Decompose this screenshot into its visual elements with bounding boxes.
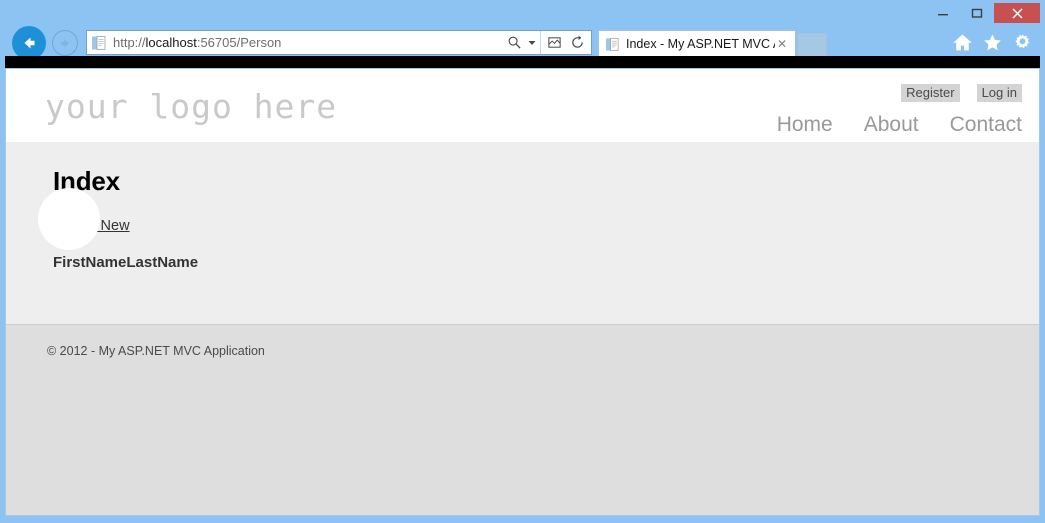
favorites-star-icon[interactable] [982, 32, 1003, 53]
magnifier-icon[interactable] [504, 31, 524, 54]
toolbar-divider [540, 31, 541, 54]
url-scheme: http:// [113, 35, 146, 50]
maximize-button[interactable] [960, 3, 994, 23]
settings-gear-icon[interactable] [1012, 32, 1033, 53]
close-icon[interactable]: ✕ [775, 37, 789, 51]
auth-links: Register Log in [901, 84, 1022, 102]
address-bar-tools [504, 31, 591, 54]
browser-window: http://localhost:56705/Person Index - My… [0, 0, 1045, 523]
page-icon [91, 35, 107, 51]
footer-copyright: © 2012 - My ASP.NET MVC Application [47, 344, 265, 358]
chevron-down-icon[interactable] [527, 31, 537, 54]
back-button[interactable] [12, 26, 46, 60]
url-host: localhost [145, 35, 197, 50]
address-url-text[interactable]: http://localhost:56705/Person [113, 35, 504, 50]
page-icon [605, 37, 620, 52]
site-footer: © 2012 - My ASP.NET MVC Application [5, 324, 1040, 516]
browser-toolbar-icons [952, 30, 1033, 54]
site-header: your logo here Register Log in Home Abou… [5, 68, 1040, 142]
content-inner: Index Create New FirstName LastName [5, 142, 1040, 271]
window-controls [926, 3, 1040, 25]
home-icon[interactable] [952, 32, 973, 53]
tab-strip: Index - My ASP.NET MVC A... ✕ [598, 30, 827, 57]
page-title: Index [53, 166, 120, 196]
column-header-firstname: FirstName [53, 254, 127, 271]
register-link[interactable]: Register [901, 84, 960, 102]
new-tab-button[interactable] [797, 33, 827, 57]
column-header-lastname: LastName [126, 254, 199, 271]
decorative-circle [38, 188, 100, 250]
login-link[interactable]: Log in [976, 84, 1022, 102]
back-arrow-icon [24, 37, 35, 49]
nav-link-about[interactable]: About [864, 113, 919, 137]
forward-arrow-icon [60, 38, 69, 48]
main-content: Index Create New FirstName LastName [5, 142, 1040, 324]
person-table: FirstName LastName [53, 254, 198, 271]
close-button[interactable] [994, 3, 1040, 23]
black-separator-bar [5, 56, 1040, 68]
nav-link-contact[interactable]: Contact [950, 113, 1022, 137]
site-nav: Home About Contact [777, 113, 1022, 137]
address-bar[interactable]: http://localhost:56705/Person [86, 30, 592, 55]
table-header-row: FirstName LastName [53, 254, 198, 271]
forward-button[interactable] [52, 30, 78, 56]
site-logo[interactable]: your logo here [45, 87, 337, 126]
nav-link-home[interactable]: Home [777, 113, 833, 137]
minimize-button[interactable] [926, 3, 960, 23]
tab-title: Index - My ASP.NET MVC A... [626, 37, 775, 51]
compatibility-view-icon[interactable] [544, 31, 564, 54]
browser-tab-active[interactable]: Index - My ASP.NET MVC A... ✕ [598, 30, 796, 57]
refresh-icon[interactable] [567, 31, 587, 54]
page-viewport: your logo here Register Log in Home Abou… [5, 68, 1040, 516]
browser-titlebar: http://localhost:56705/Person Index - My… [0, 0, 1045, 62]
url-path: :56705/Person [196, 35, 282, 50]
browser-window-inner: http://localhost:56705/Person Index - My… [0, 0, 1045, 523]
